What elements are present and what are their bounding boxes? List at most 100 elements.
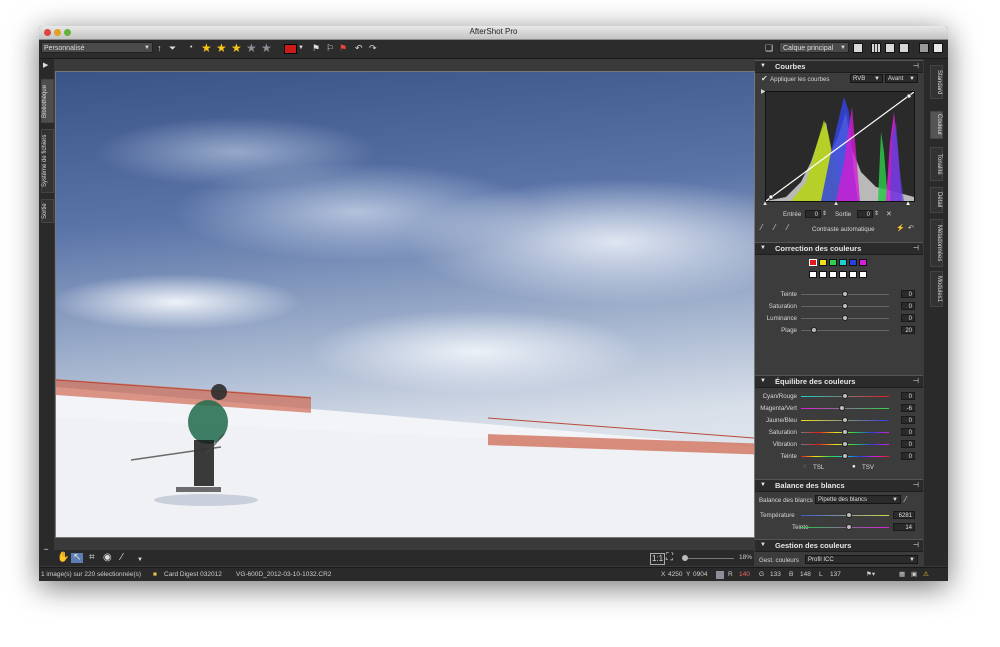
color-profile-dropdown[interactable]: Profil ICC ▼ [805,555,918,564]
color-balance-slider-knob[interactable] [842,453,848,459]
midpoint-marker-icon[interactable]: ▲ [833,200,839,207]
tab-couleur[interactable]: Couleur [930,111,943,139]
compare-view-icon[interactable] [885,43,895,53]
custom-swatch-6[interactable] [859,271,867,278]
fit-screen-icon[interactable] [919,43,929,53]
filter-icon[interactable]: ⏷ [169,42,176,54]
color-management-header[interactable]: ▼ Gestion des couleurs ⊣ [755,539,923,552]
preset-dropdown[interactable]: Personnalisé ▼ [41,42,153,53]
output-stepper-icon[interactable]: ⇕ [874,210,879,217]
warning-icon[interactable]: ⚠ [923,568,929,581]
rotate-left-icon[interactable]: ↶ [355,42,363,54]
blue-swatch[interactable] [849,259,857,266]
color-balance-slider-track[interactable] [801,408,889,409]
star-5-icon[interactable]: ★ [261,41,272,55]
zoom-slider-track[interactable] [684,558,734,559]
red-swatch[interactable] [809,259,817,266]
color-balance-slider-knob[interactable] [842,429,848,435]
color-balance-slider-value[interactable]: 0 [901,392,915,400]
color-label-swatch[interactable] [284,44,297,54]
curves-header[interactable]: ▼ Courbes ⊣ [755,60,923,73]
input-value[interactable]: 0 [805,210,821,218]
sort-up-icon[interactable]: ↑ [157,42,162,54]
color-balance-header[interactable]: ▼ Équilibre des couleurs ⊣ [755,375,923,388]
output-value[interactable]: 0 [857,210,873,218]
temperature-slider-track[interactable] [801,515,889,516]
tint-slider-track[interactable] [801,527,889,528]
color-correction-header[interactable]: ▼ Correction des couleurs ⊣ [755,242,923,255]
color-correction-slider-value[interactable]: 20 [901,326,915,334]
star-3-icon[interactable]: ★ [231,41,242,55]
auto-contrast-button[interactable]: Contraste automatique [812,226,875,233]
green-swatch[interactable] [829,259,837,266]
zoom-slider-knob[interactable] [682,555,688,561]
color-correction-slider-knob[interactable] [842,315,848,321]
grid-view-icon[interactable] [871,43,881,53]
tint-value[interactable]: 14 [893,523,915,531]
temperature-slider-knob[interactable] [846,512,853,518]
undo-curve-icon[interactable]: ↶ [908,224,914,232]
expand-left-icon[interactable]: ▶ [43,61,48,69]
color-balance-slider-knob[interactable] [842,393,848,399]
color-balance-slider-value[interactable]: 0 [901,428,915,436]
color-balance-slider-knob[interactable] [842,417,848,423]
white-balance-header[interactable]: ▼ Balance des blancs ⊣ [755,479,923,492]
reject-dot-icon[interactable]: • [190,42,192,54]
color-correction-slider-knob[interactable] [842,303,848,309]
black-eyedropper-icon[interactable]: ⁄ [761,223,762,232]
tab-detail[interactable]: Détail [930,187,943,213]
color-balance-slider-knob[interactable] [842,441,848,447]
tab-bibliotheque[interactable]: Bibliothèque [41,79,54,123]
color-correction-slider-value[interactable]: 0 [901,302,915,310]
color-correction-slider-value[interactable]: 0 [901,314,915,322]
color-balance-slider-knob[interactable] [839,405,846,411]
color-balance-slider-value[interactable]: 0 [901,440,915,448]
flag-icon[interactable]: ⚑ [312,42,320,54]
white-point-marker-icon[interactable]: ▲ [905,200,911,207]
pin-icon[interactable]: ⊣ [913,540,919,551]
gray-eyedropper-icon[interactable]: ⁄ [774,223,775,232]
color-balance-slider-value[interactable]: 0 [901,416,915,424]
input-stepper-icon[interactable]: ⇕ [822,210,827,217]
white-eyedropper-icon[interactable]: ⁄ [905,495,906,504]
custom-swatch-2[interactable] [819,271,827,278]
tab-tonalite[interactable]: Tonalité [930,147,943,181]
red-eye-tool-icon[interactable]: ◉ [103,553,112,563]
tab-sortie[interactable]: Sortie [41,199,54,223]
image-viewer[interactable] [55,71,755,538]
hand-tool-icon[interactable]: ✋ [57,553,69,563]
layer-dropdown[interactable]: Calque principal ▼ [779,42,849,53]
white-balance-dropdown[interactable]: Pipette des blancs ▼ [815,495,901,504]
single-view-icon[interactable] [853,43,863,53]
custom-swatch-4[interactable] [839,271,847,278]
cyan-swatch[interactable] [839,259,847,266]
yellow-swatch[interactable] [819,259,827,266]
temperature-value[interactable]: 6281 [893,511,915,519]
tsv-radio[interactable]: ● [852,463,856,470]
filmstrip-view-icon[interactable] [899,43,909,53]
layers-icon[interactable]: ❏ [765,42,773,54]
color-balance-slider-value[interactable]: 0 [901,452,915,460]
rotate-right-icon[interactable]: ↷ [369,42,377,54]
color-balance-slider-value[interactable]: -6 [901,404,915,412]
reject-flag-icon[interactable]: ⚑ [339,42,347,54]
curve-channel-dropdown[interactable]: RVB ▼ [850,74,883,83]
tsl-radio[interactable]: ○ [803,463,807,470]
curve-mode-dropdown[interactable]: Avant ▼ [885,74,918,83]
color-correction-slider-knob[interactable] [811,327,818,333]
view-mode-icon[interactable]: ▦ [899,568,905,581]
black-point-marker-icon[interactable]: ▲ [762,200,768,207]
tint-slider-knob[interactable] [846,524,853,530]
tab-modules[interactable]: Modules1 [930,271,943,307]
pin-icon[interactable]: ⊣ [913,376,919,387]
checkmark-icon[interactable]: ✔ [761,74,768,83]
flag-outline-icon[interactable]: ⚐ [326,42,334,54]
brush-tool-icon[interactable]: ⁄ [121,553,123,563]
fullscreen-icon[interactable] [933,43,943,53]
pin-icon[interactable]: ⊣ [913,243,919,254]
star-1-icon[interactable]: ★ [201,41,212,55]
auto-levels-icon[interactable]: ⚡ [896,224,905,232]
star-4-icon[interactable]: ★ [246,41,257,55]
curves-histogram[interactable] [765,91,915,202]
reset-point-icon[interactable]: ✕ [886,210,892,218]
